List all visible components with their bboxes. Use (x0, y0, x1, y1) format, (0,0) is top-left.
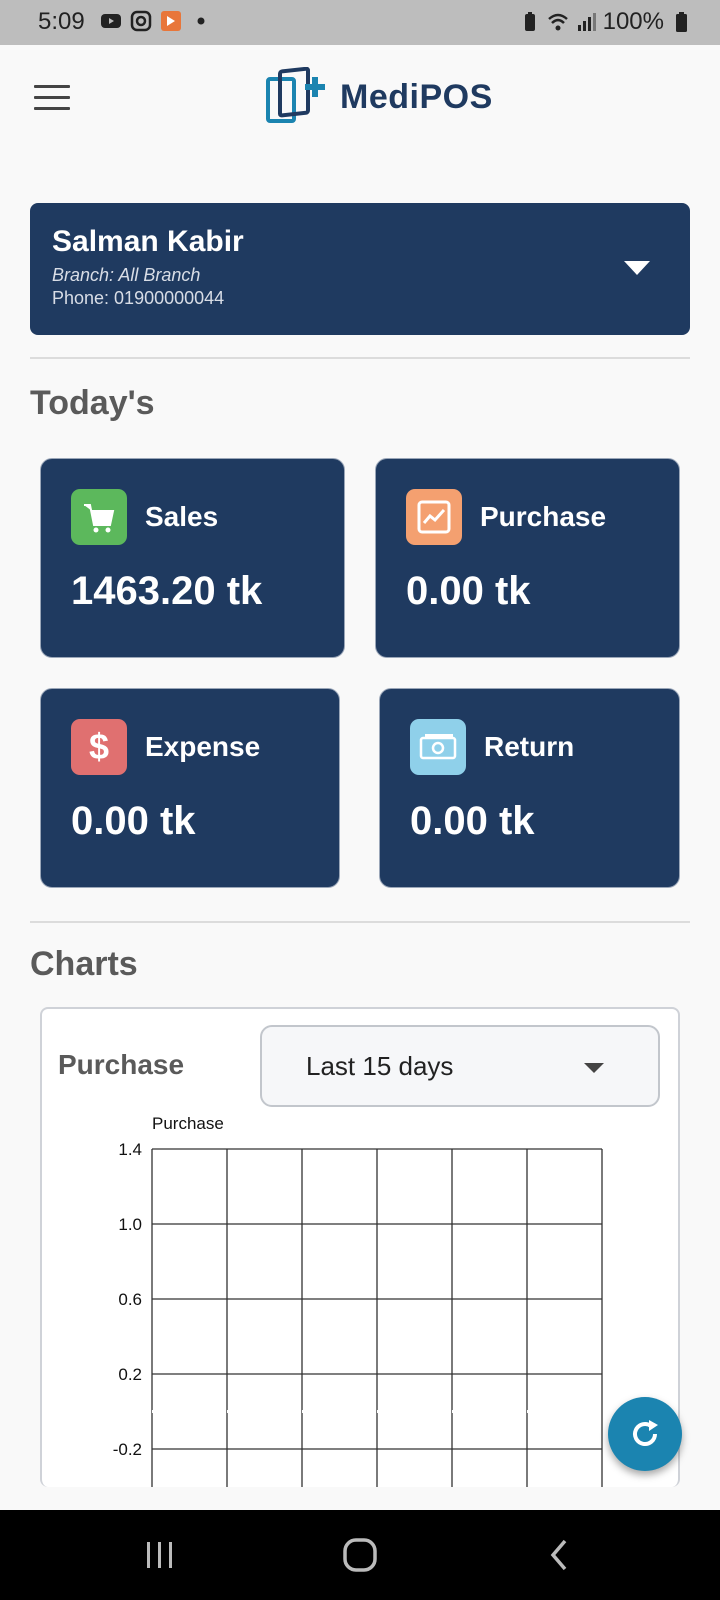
expense-label: Expense (145, 731, 261, 762)
app-logo: MediPOS (266, 67, 493, 127)
return-value: 0.00 tk (410, 799, 535, 843)
dot-icon (197, 17, 205, 25)
chart-y-tick-label: 0.6 (118, 1290, 142, 1309)
cash-icon (410, 719, 466, 775)
logo-text: MediPOS (340, 77, 493, 116)
user-phone: Phone: 01900000044 (52, 288, 225, 308)
chart-label: Purchase (58, 1049, 185, 1080)
refresh-button[interactable] (608, 1397, 682, 1471)
wifi-icon (547, 13, 568, 31)
cart-icon (71, 489, 127, 545)
user-name: Salman Kabir (52, 225, 244, 258)
trending-up-icon (406, 489, 462, 545)
signal-icon (577, 13, 596, 31)
sales-card[interactable]: Sales 1463.20 tk (40, 458, 345, 658)
battery-saver-icon (524, 12, 535, 31)
chevron-down-icon (584, 1063, 604, 1073)
instagram-icon (130, 10, 152, 32)
purchase-card[interactable]: Purchase 0.00 tk (375, 458, 680, 658)
divider (30, 357, 690, 359)
divider (30, 921, 690, 923)
sales-label: Sales (145, 501, 219, 532)
range-value: Last 15 days (306, 1051, 454, 1081)
expense-card[interactable]: $ Expense 0.00 tk (40, 688, 340, 888)
system-nav-bar (0, 1510, 720, 1600)
chart-y-tick-label: 1.0 (118, 1215, 142, 1234)
back-icon[interactable] (510, 1510, 610, 1600)
todays-title: Today's (30, 384, 155, 422)
chevron-down-icon[interactable] (624, 261, 650, 275)
medipos-logo-icon (266, 67, 325, 123)
chart-card: Purchase Last 15 days Purchase 1.4 1.0 0.6 0… (40, 1007, 680, 1487)
chart-y-tick-label: 1.4 (118, 1140, 142, 1159)
refresh-icon (633, 1420, 658, 1446)
user-branch-selector[interactable]: Salman Kabir Branch: All Branch Phone: 0… (30, 203, 690, 335)
home-icon[interactable] (310, 1510, 410, 1600)
battery-percentage: 100% (602, 8, 664, 35)
purchase-label: Purchase (480, 501, 607, 532)
recents-icon[interactable] (110, 1510, 210, 1600)
charts-title: Charts (30, 945, 138, 983)
expense-value: 0.00 tk (71, 799, 196, 843)
sales-value: 1463.20 tk (71, 569, 263, 613)
purchase-value: 0.00 tk (406, 569, 531, 613)
chart-y-tick-label: -0.2 (113, 1440, 142, 1459)
return-label: Return (484, 731, 575, 762)
hamburger-menu-icon[interactable] (34, 85, 70, 113)
chart-y-tick-label: 0.2 (118, 1365, 142, 1384)
user-branch: Branch: All Branch (52, 265, 201, 285)
youtube-icon (101, 14, 121, 28)
dollar-icon: $ (71, 719, 127, 775)
range-dropdown[interactable]: Last 15 days (260, 1025, 660, 1107)
purchase-chart: Purchase 1.4 1.0 0.6 0.2 -0.2 (113, 1114, 603, 1487)
app-bar: MediPOS (0, 45, 720, 155)
app-icon (161, 11, 181, 31)
return-card[interactable]: Return 0.00 tk (379, 688, 680, 888)
chart-ylabel: Purchase (152, 1114, 224, 1133)
status-bar: 5:09 100% (0, 0, 720, 45)
status-time: 5:09 (38, 8, 85, 35)
battery-icon (676, 12, 687, 32)
